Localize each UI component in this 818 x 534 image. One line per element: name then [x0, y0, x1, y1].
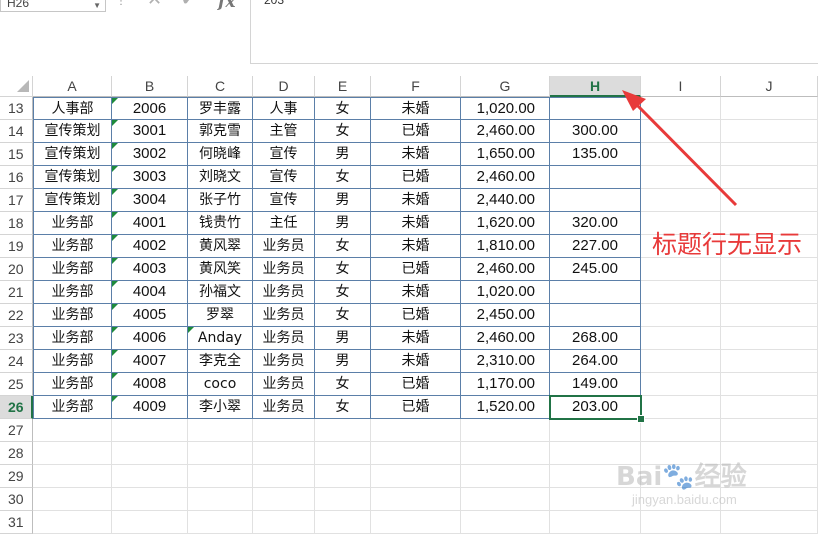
watermark-url: jingyan.baidu.com — [632, 492, 737, 507]
annotation-text: 标题行无显示 — [652, 230, 803, 259]
watermark-logo: Bai🐾经验 — [616, 462, 747, 492]
baidu-watermark: Bai🐾经验 jingyan.baidu.com — [616, 456, 816, 522]
annotation-arrow — [622, 90, 738, 207]
